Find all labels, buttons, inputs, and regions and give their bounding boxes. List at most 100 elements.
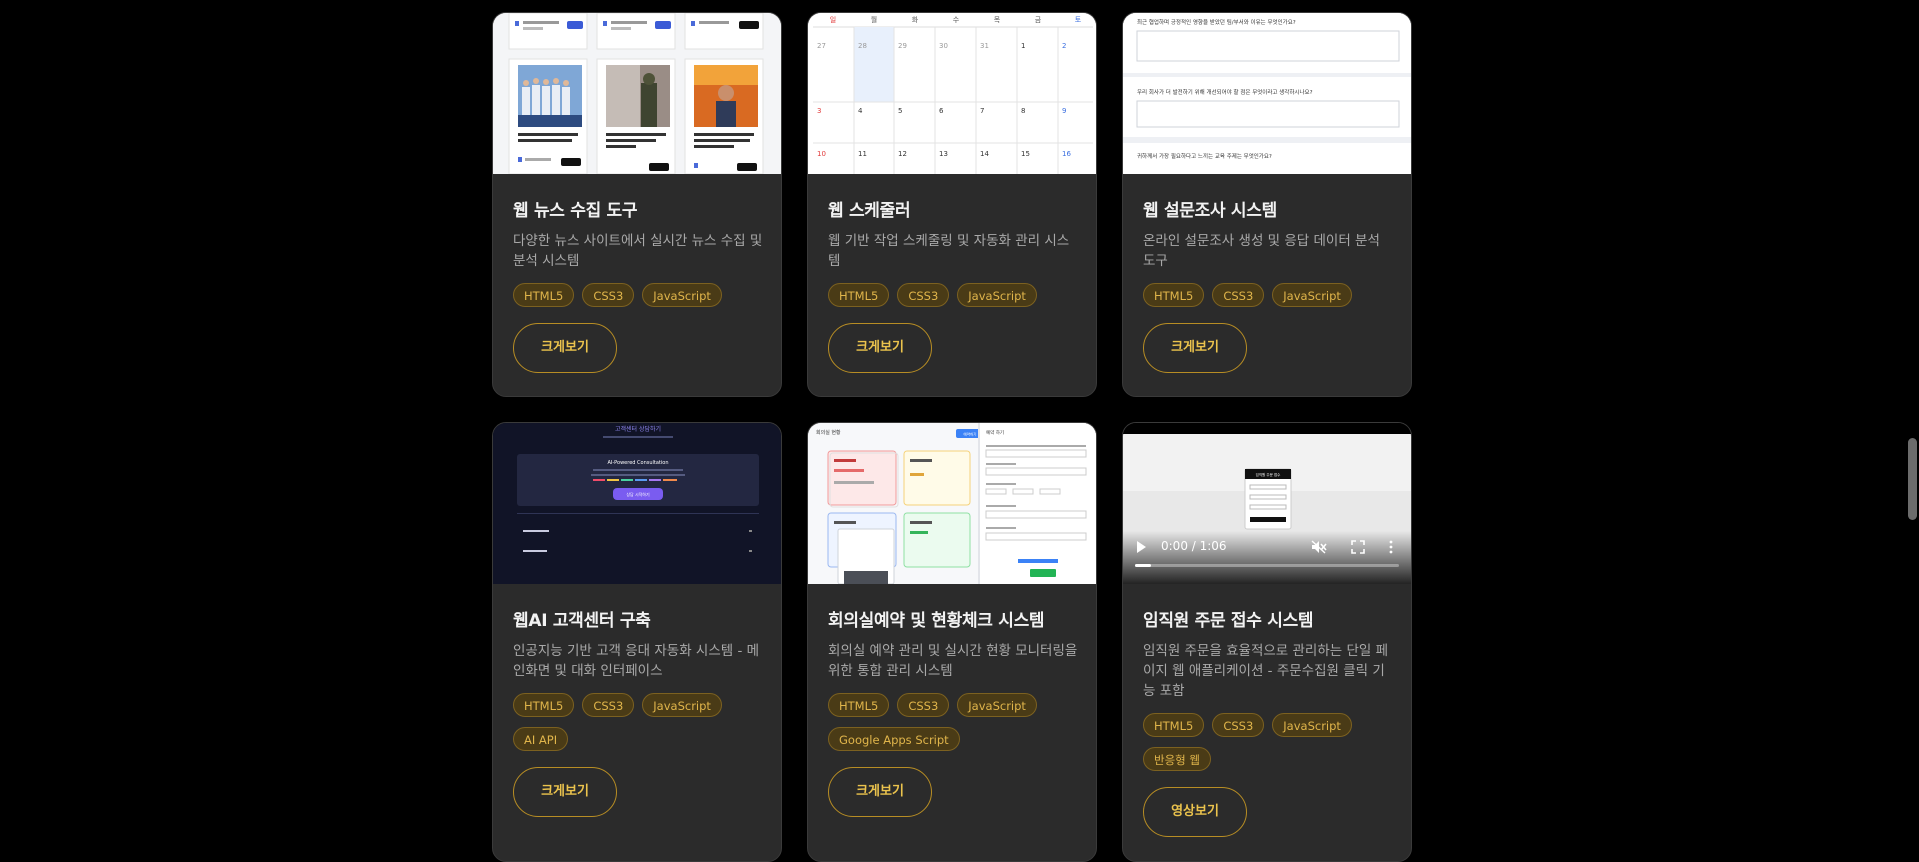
video-progress-track[interactable] [1135,564,1399,567]
tag-html5: HTML5 [828,693,890,717]
card-description: 웹 기반 작업 스케줄링 및 자동화 관리 시스템 [828,233,1070,269]
tag-list: HTML5 CSS3 JavaScript [1143,283,1395,307]
tag-javascript: JavaScript [1272,283,1352,307]
more-options-icon[interactable] [1388,540,1394,554]
survey-question: 귀하께서 가장 필요하다고 느끼는 교육 주제는 무엇인가요? [1137,152,1272,160]
tag-ai-api: AI API [513,727,569,751]
weekday-label: 월 [871,15,877,24]
project-card-survey: 최근 협업하며 긍정적인 영향을 받았던 팀/부서와 이유는 무엇인가요? 우리… [1122,12,1412,397]
calendar-day: 16 [1062,150,1071,158]
ai-panel-title: AI-Powered Consultation [607,460,668,466]
calendar-day: 3 [817,107,821,115]
tag-html5: HTML5 [1143,713,1205,737]
mute-icon[interactable] [1311,540,1327,554]
watch-video-button[interactable]: 영상보기 [1143,787,1247,837]
tag-css3: CSS3 [1212,713,1265,737]
card-description: 임직원 주문을 효율적으로 관리하는 단일 페이지 웹 애플리케이션 - 주문수… [1143,643,1389,699]
card-title: 웹 스케줄러 [828,201,911,221]
card-title: 웹 뉴스 수집 도구 [513,201,638,221]
weekday-label: 일 [830,15,836,24]
card-description: 인공지능 기반 고객 응대 자동화 시스템 - 메인화면 및 대화 인터페이스 [513,643,760,679]
project-card-order: 임직원 주문 접수 0:00 / 1:06 임직원 주문 접수 시스템 임직원 … [1122,422,1412,862]
tag-responsive-web: 반응형 웹 [1143,747,1211,771]
tag-list: HTML5 CSS3 JavaScript AI API [513,693,765,751]
tag-css3: CSS3 [582,283,635,307]
view-large-button[interactable]: 크게보기 [828,767,932,817]
calendar-day: 27 [817,42,826,50]
tag-css3: CSS3 [1212,283,1265,307]
video-frame: 임직원 주문 접수 [1123,423,1411,584]
play-icon[interactable] [1137,541,1146,553]
card-title: 웹AI 고객센터 구축 [513,611,651,631]
card-title: 임직원 주문 접수 시스템 [1143,611,1314,631]
video-player[interactable]: 임직원 주문 접수 0:00 / 1:06 [1123,423,1411,584]
card-title: 웹 설문조사 시스템 [1143,201,1277,221]
tag-list: HTML5 CSS3 JavaScript 반응형 웹 [1143,713,1395,771]
tag-css3: CSS3 [897,283,950,307]
video-time: 0:00 / 1:06 [1161,539,1227,553]
project-card-news: 웹 뉴스 수집 도구 다양한 뉴스 사이트에서 실시간 뉴스 수집 및 분석 시… [492,12,782,397]
calendar-day: 4 [858,107,863,115]
calendar-day: 15 [1021,150,1030,158]
calendar-day: 2 [1062,42,1066,50]
calendar-day: 6 [939,107,944,115]
scheduler-thumbnail: 일 월 화 수 목 금 토 27 28 29 30 31 1 2 3 4 5 6… [808,13,1096,174]
calendar-day: 13 [939,150,948,158]
tag-javascript: JavaScript [1272,713,1352,737]
fullscreen-icon[interactable] [1351,540,1365,554]
calendar-day: 29 [898,42,907,50]
tag-list: HTML5 CSS3 JavaScript Google Apps Script [828,693,1080,751]
tag-html5: HTML5 [513,283,575,307]
meeting-reserve-action: 예약하기 [964,432,977,437]
project-card-scheduler: 일 월 화 수 목 금 토 27 28 29 30 31 1 2 3 4 5 6… [807,12,1097,397]
tag-html5: HTML5 [1143,283,1205,307]
tag-html5: HTML5 [513,693,575,717]
calendar-day: 14 [980,150,989,158]
view-large-button[interactable]: 크게보기 [1143,323,1247,373]
news-screenshot [493,13,781,174]
calendar-day: 1 [1021,42,1025,50]
meeting-room-screenshot: 회의실 현황 예약하기 예약 하기 [808,423,1096,584]
weekday-label: 토 [1075,16,1082,24]
tag-javascript: JavaScript [957,693,1037,717]
weekday-label: 화 [912,16,919,24]
project-card-ai-support: 고객센터 상담하기 AI-Powered Consultation 상담 시작하… [492,422,782,862]
ai-page-heading: 고객센터 상담하기 [615,425,661,433]
ai-support-thumbnail: 고객센터 상담하기 AI-Powered Consultation 상담 시작하… [493,423,781,584]
tag-html5: HTML5 [828,283,890,307]
survey-thumbnail: 최근 협업하며 긍정적인 영향을 받았던 팀/부서와 이유는 무엇인가요? 우리… [1123,13,1411,174]
ai-support-screenshot: 고객센터 상담하기 AI-Powered Consultation 상담 시작하… [493,423,781,584]
meeting-header: 회의실 현황 [816,429,841,436]
video-panel-title: 임직원 주문 접수 [1256,472,1282,477]
calendar-day: 30 [939,42,948,50]
view-large-button[interactable]: 크게보기 [513,323,617,373]
card-description: 다양한 뉴스 사이트에서 실시간 뉴스 수집 및 분석 시스템 [513,233,763,269]
tag-javascript: JavaScript [957,283,1037,307]
calendar-day: 8 [1021,107,1025,115]
calendar-day: 7 [980,107,984,115]
page-scrollbar[interactable] [1908,438,1917,520]
tag-css3: CSS3 [582,693,635,717]
card-description: 회의실 예약 관리 및 실시간 현황 모니터링을 위한 통합 관리 시스템 [828,643,1078,679]
weekday-label: 목 [994,16,1001,24]
calendar-day: 12 [898,150,907,158]
view-large-button[interactable]: 크게보기 [828,323,932,373]
survey-screenshot: 최근 협업하며 긍정적인 영향을 받았던 팀/부서와 이유는 무엇인가요? 우리… [1123,13,1411,174]
tag-google-apps-script: Google Apps Script [828,727,960,751]
project-card-meeting-room: 회의실 현황 예약하기 예약 하기 회의실예약 및 현황체크 시스템 회의실 예… [807,422,1097,862]
view-large-button[interactable]: 크게보기 [513,767,617,817]
calendar-screenshot: 일 월 화 수 목 금 토 27 28 29 30 31 1 2 3 4 5 6… [808,13,1096,174]
tag-list: HTML5 CSS3 JavaScript [513,283,765,307]
calendar-day: 28 [858,42,867,50]
survey-question: 우리 회사가 더 발전하기 위해 개선되어야 할 점은 무엇이라고 생각하시나요… [1137,88,1313,96]
card-title: 회의실예약 및 현황체크 시스템 [828,611,1045,631]
meeting-form-title: 예약 하기 [986,429,1004,436]
news-thumbnail [493,13,781,174]
calendar-day: 10 [817,150,826,158]
weekday-label: 수 [953,16,960,24]
video-progress-buffered [1135,564,1151,567]
calendar-day: 31 [980,42,989,50]
survey-question: 최근 협업하며 긍정적인 영향을 받았던 팀/부서와 이유는 무엇인가요? [1137,18,1296,26]
calendar-day: 5 [898,107,902,115]
weekday-label: 금 [1035,16,1042,24]
